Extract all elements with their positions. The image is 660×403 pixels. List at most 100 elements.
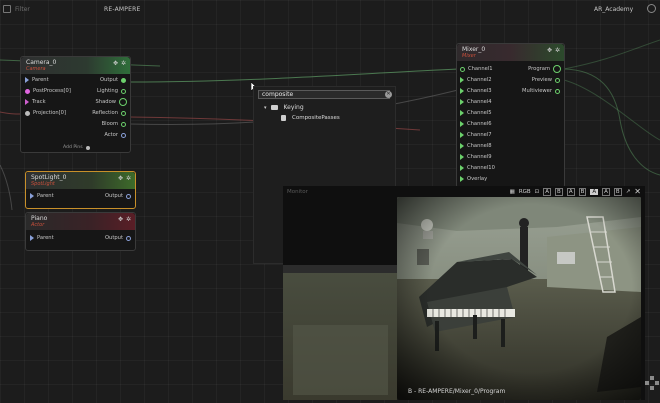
pin-dot-icon: [25, 88, 30, 94]
pin-label: Parent: [37, 193, 54, 199]
gear-icon[interactable]: ✲: [126, 216, 131, 223]
ab-right-a[interactable]: A: [602, 187, 610, 196]
input-pin-channel3[interactable]: Channel3: [460, 88, 492, 94]
input-pin-channel2[interactable]: Channel2: [460, 77, 492, 83]
node-type: Mixer: [462, 53, 476, 59]
compare-icon[interactable]: ⊡: [535, 189, 540, 195]
monitor-viewport[interactable]: [397, 197, 641, 400]
ab-left-a[interactable]: A: [543, 187, 552, 196]
project-title: RE-AMPERE: [104, 6, 141, 13]
gear-icon[interactable]: ✲: [121, 60, 126, 67]
output-pin-bloom[interactable]: Bloom: [102, 121, 126, 127]
plus-icon: [85, 145, 90, 150]
input-pin-parent[interactable]: Parent: [25, 77, 49, 83]
input-pin-parent[interactable]: Parent: [30, 235, 54, 241]
input-pin-postprocess[interactable]: PostProcess[0]: [25, 88, 71, 94]
output-pin-actor[interactable]: Actor: [104, 132, 126, 138]
monitor-preview-left: [283, 265, 397, 400]
output-pin-output[interactable]: Output: [105, 193, 131, 199]
pin-label: Multiviewer: [522, 88, 552, 94]
mixer-node-header[interactable]: Mixer_0 Mixer ✥ ✲: [457, 44, 564, 61]
pin-label: Channel4: [467, 99, 492, 105]
pin-dot-icon: [555, 88, 560, 94]
filter-placeholder: Filter: [15, 5, 30, 13]
input-pin-parent[interactable]: Parent: [30, 193, 54, 199]
result-compositepasses[interactable]: CompositePasses: [281, 115, 340, 121]
ab-mid-b[interactable]: B: [578, 187, 587, 196]
camera-node[interactable]: Camera_0 Camera ✥ ✲ Parent PostProcess[0]…: [20, 56, 131, 153]
pin-ring-icon: [119, 98, 127, 106]
pin-label: Overlay: [467, 176, 488, 182]
ab-right-b[interactable]: B: [613, 187, 622, 196]
category-keying[interactable]: ▾ Keying: [264, 104, 304, 111]
input-pin-channel1[interactable]: Channel1: [460, 66, 493, 72]
node-type: Camera: [26, 66, 46, 72]
pin-label: Track: [32, 99, 46, 105]
piano-node[interactable]: Piano Actor ✥ ✲ Parent Output: [25, 212, 136, 251]
pin-dot-icon: [121, 132, 126, 138]
input-pin-track[interactable]: Track: [25, 99, 46, 105]
add-pins-button[interactable]: Add Pins: [63, 145, 90, 150]
input-pin-channel8[interactable]: Channel8: [460, 143, 492, 149]
ab-mid-a[interactable]: A: [566, 187, 575, 196]
spotlight-node[interactable]: SpotLight_0 SpotLight ✥ ✲ Parent Output: [25, 171, 136, 209]
input-pin-channel9[interactable]: Channel9: [460, 154, 492, 160]
pin-label: Channel5: [467, 110, 492, 116]
output-pin-lighting[interactable]: Lighting: [97, 88, 126, 94]
filter-icon: [3, 5, 11, 13]
chevron-down-icon: ▾: [264, 104, 267, 111]
rgb-toggle[interactable]: RGB: [519, 189, 531, 195]
pin-label: Bloom: [101, 121, 118, 127]
move-icon[interactable]: ✥: [113, 60, 118, 67]
move-icon[interactable]: ✥: [118, 175, 123, 182]
pin-dot-icon: [460, 66, 465, 72]
node-name: Piano: [31, 215, 48, 222]
input-pin-channel5[interactable]: Channel5: [460, 110, 492, 116]
output-pin-output[interactable]: Output: [100, 77, 126, 83]
filter-box[interactable]: Filter: [3, 5, 30, 13]
pin-arrow-icon: [460, 88, 464, 94]
output-pin-program[interactable]: Program: [528, 65, 561, 73]
move-icon[interactable]: ✥: [547, 47, 552, 54]
pin-label: Output: [99, 77, 118, 83]
close-icon[interactable]: ✕: [634, 187, 641, 196]
pin-arrow-icon: [30, 235, 34, 241]
grid-icon[interactable]: ▦: [510, 189, 515, 195]
input-pin-channel10[interactable]: Channel10: [460, 165, 495, 171]
pin-label: Channel1: [468, 66, 493, 72]
workspace-name[interactable]: AR_Academy: [594, 6, 633, 13]
pin-arrow-icon: [460, 143, 464, 149]
node-name: SpotLight_0: [31, 174, 67, 181]
camera-node-header[interactable]: Camera_0 Camera ✥ ✲: [21, 57, 130, 74]
monitor-toolbar: ▦ RGB ⊡ A B A B A A B ↗ ✕: [283, 186, 645, 197]
input-pin-overlay[interactable]: Overlay: [460, 176, 487, 182]
expand-icon[interactable]: ↗: [626, 189, 631, 195]
input-pin-channel6[interactable]: Channel6: [460, 121, 492, 127]
input-pin-channel4[interactable]: Channel4: [460, 99, 492, 105]
output-pin-shadow[interactable]: Shadow: [96, 98, 127, 106]
pin-arrow-icon: [460, 176, 464, 182]
pin-label: Channel10: [467, 165, 495, 171]
mixer-node[interactable]: Mixer_0 Mixer ✥ ✲ Channel1 Channel2 Chann…: [456, 43, 565, 188]
input-pin-channel7[interactable]: Channel7: [460, 132, 492, 138]
pin-arrow-icon: [460, 110, 464, 116]
input-pin-projection[interactable]: Projection[0]: [25, 110, 66, 116]
ab-sel-a[interactable]: A: [590, 188, 599, 195]
output-pin-preview[interactable]: Preview: [532, 77, 560, 83]
output-pin-reflection[interactable]: Reflection: [92, 110, 126, 116]
move-icon[interactable]: ✥: [118, 216, 123, 223]
settings-icon[interactable]: [647, 4, 656, 13]
pin-dot-icon: [25, 110, 30, 116]
ab-left-b[interactable]: B: [555, 187, 563, 196]
output-pin-output[interactable]: Output: [105, 235, 131, 241]
piano-node-header[interactable]: Piano Actor ✥ ✲: [26, 213, 135, 230]
gear-icon[interactable]: ✲: [555, 47, 560, 54]
spotlight-node-header[interactable]: SpotLight_0 SpotLight ✥ ✲: [26, 172, 135, 189]
output-pin-multiviewer[interactable]: Multiviewer: [522, 88, 560, 94]
node-type: SpotLight: [31, 181, 55, 187]
dock-handle-icon[interactable]: [645, 376, 659, 390]
pin-arrow-icon: [30, 193, 34, 199]
node-search-input[interactable]: [258, 90, 390, 99]
gear-icon[interactable]: ✲: [126, 175, 131, 182]
clear-search-icon[interactable]: ✕: [385, 91, 392, 98]
